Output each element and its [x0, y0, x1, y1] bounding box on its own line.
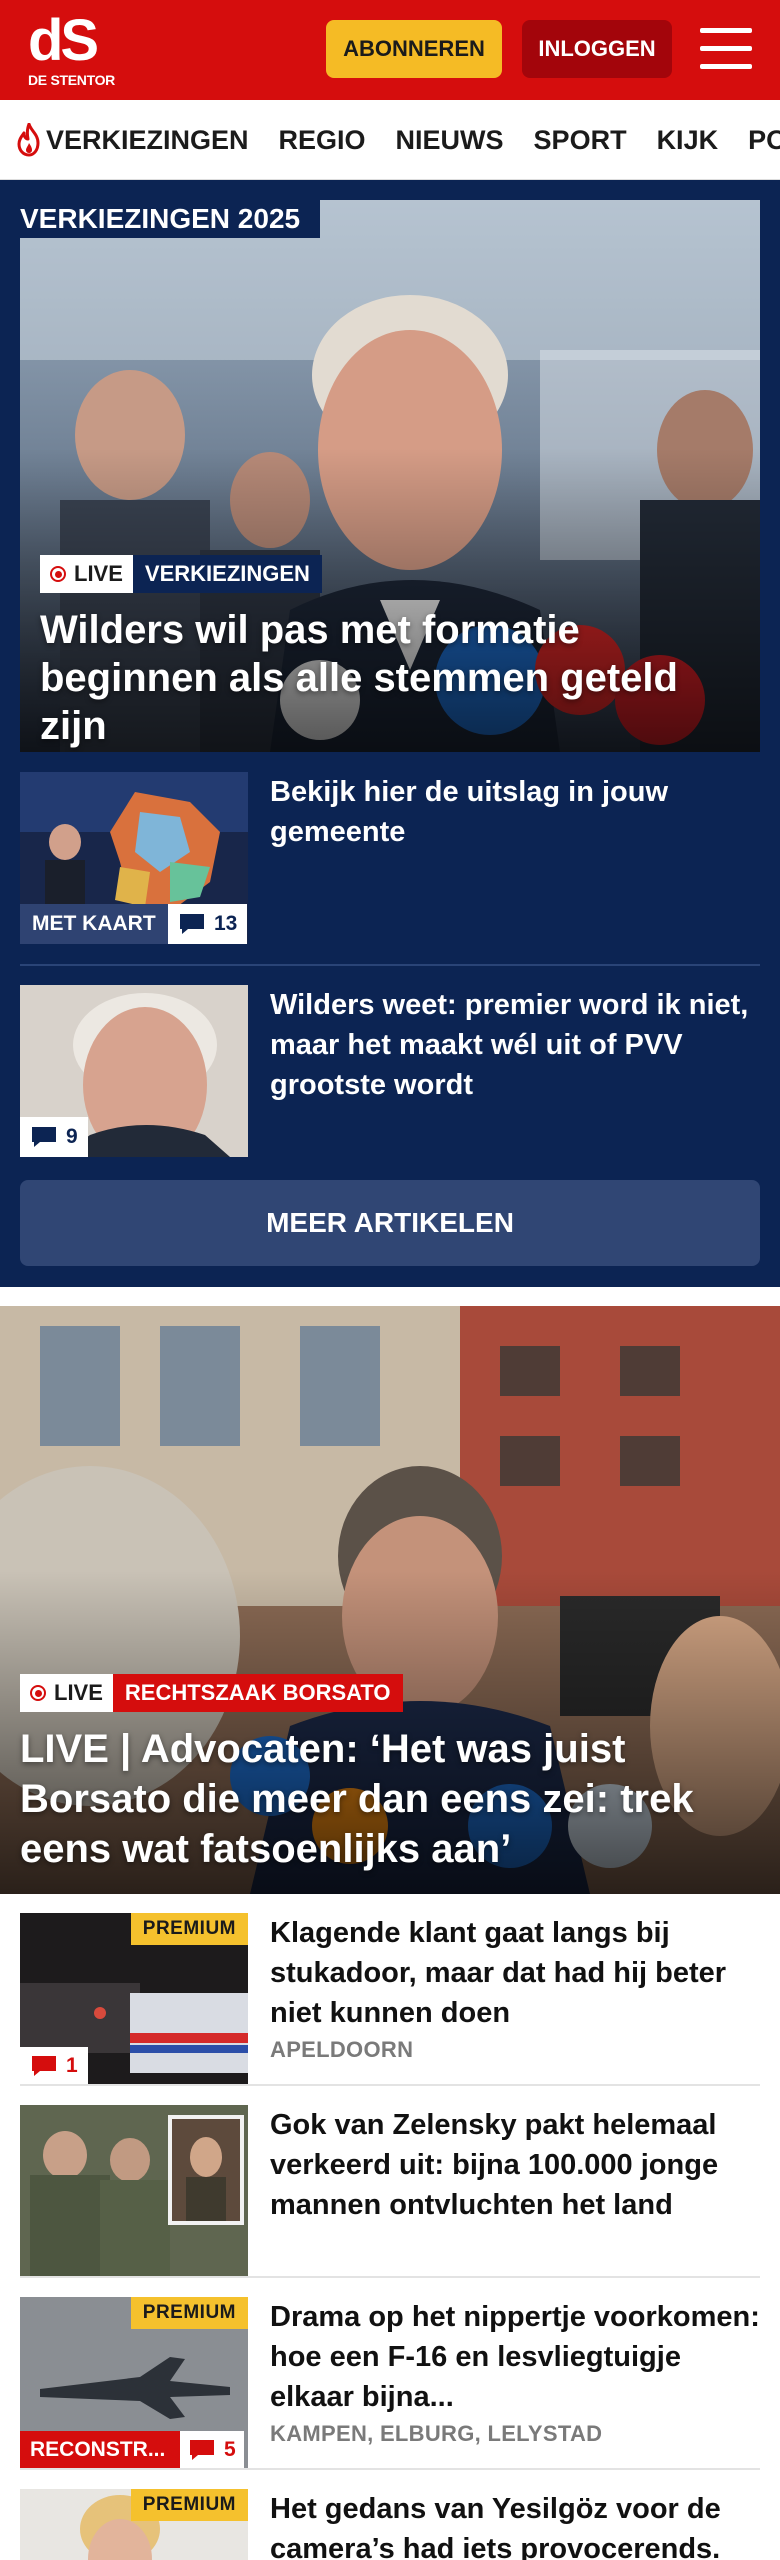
article-thumbnail [20, 2105, 248, 2277]
divider [20, 2468, 760, 2470]
premium-badge: PREMIUM [130, 2297, 248, 2329]
article-title[interactable]: Het gedans van Yesilgöz voor de camera’s… [270, 2489, 760, 2560]
top-header: dS DE STENTOR ABONNEREN INLOGGEN [0, 0, 780, 100]
borsato-hero-article[interactable]: LIVE RECHTSZAAK BORSATO LIVE | Advocaten… [0, 1306, 780, 1894]
category-badge: RECHTSZAAK BORSATO [112, 1674, 403, 1712]
menu-icon[interactable] [700, 26, 752, 72]
election-article-2[interactable]: 9 Wilders weet: premier word ik niet, ma… [20, 985, 760, 1157]
section-label: VERKIEZINGEN 2025 [20, 200, 321, 238]
list-item[interactable]: PREMIUM RECONSTR... 5 Drama op het nippe… [20, 2297, 760, 2469]
live-dot-icon [30, 1685, 46, 1701]
list-item[interactable]: Gok van Zelensky pakt helemaal verkeerd … [20, 2105, 760, 2277]
comment-count[interactable]: 5 [180, 2431, 244, 2469]
premium-badge: PREMIUM [130, 1913, 248, 1945]
logo-subtitle: DE STENTOR [28, 72, 115, 88]
comment-count[interactable]: 9 [20, 1117, 88, 1157]
divider [20, 964, 760, 966]
list-item[interactable]: PREMIUM 1 Klagende klant gaat langs bij … [20, 1913, 760, 2085]
more-articles-button[interactable]: MEER ARTIKELEN [20, 1180, 760, 1266]
hero-headline[interactable]: Wilders wil pas met formatie beginnen al… [40, 606, 740, 750]
live-dot-icon [50, 566, 66, 582]
soldiers-photo [20, 2105, 248, 2277]
article-title[interactable]: Gok van Zelensky pakt helemaal verkeerd … [270, 2105, 760, 2225]
article-location: APELDOORN [270, 2037, 414, 2062]
logo-mark: dS [28, 8, 99, 73]
category-badge: VERKIEZINGEN [132, 555, 322, 593]
nav-item-sport[interactable]: SPORT [534, 125, 627, 156]
menu-icon-bar [700, 64, 752, 69]
main-nav: VERKIEZINGEN REGIO NIEUWS SPORT KIJK POD… [0, 100, 780, 180]
nav-item-regio[interactable]: REGIO [279, 125, 366, 156]
hero-badges: LIVE RECHTSZAAK BORSATO [20, 1674, 403, 1712]
nav-item-podcast[interactable]: PODCAST [748, 125, 780, 156]
comment-count[interactable]: 13 [168, 904, 248, 944]
hero-badges: LIVE VERKIEZINGEN [40, 555, 322, 593]
site-logo[interactable]: dS DE STENTOR [28, 12, 118, 90]
premium-badge: PREMIUM [130, 2489, 248, 2521]
comment-icon [180, 914, 204, 934]
article-title[interactable]: Bekijk hier de uitslag in jouw gemeente [270, 772, 760, 852]
flame-icon [17, 123, 40, 157]
comment-icon [32, 2056, 56, 2076]
nav-item-nieuws[interactable]: NIEUWS [396, 125, 504, 156]
divider [20, 2276, 760, 2278]
nav-item-verkiezingen[interactable]: VERKIEZINGEN [16, 123, 249, 157]
live-badge: LIVE [40, 555, 133, 593]
elections-hero-article[interactable]: LIVE VERKIEZINGEN Wilders wil pas met fo… [20, 200, 760, 752]
reconstruction-tag: RECONSTR... [20, 2431, 180, 2469]
article-title[interactable]: Klagende klant gaat langs bij stukadoor,… [270, 1913, 760, 2033]
map-tag: MET KAART [20, 904, 168, 944]
live-badge: LIVE [20, 1674, 113, 1712]
comment-icon [32, 1127, 56, 1147]
menu-icon-bar [700, 46, 752, 51]
subscribe-button[interactable]: ABONNEREN [326, 20, 502, 78]
nav-item-label: VERKIEZINGEN [46, 124, 249, 155]
menu-icon-bar [700, 28, 752, 33]
divider [20, 2084, 760, 2086]
login-button[interactable]: INLOGGEN [522, 20, 672, 78]
comment-icon [190, 2440, 214, 2460]
comment-count[interactable]: 1 [20, 2047, 88, 2085]
election-article-1[interactable]: MET KAART 13 Bekijk hier de uitslag in j… [20, 772, 760, 944]
article-title[interactable]: Wilders weet: premier word ik niet, maar… [270, 985, 760, 1105]
article-title[interactable]: Drama op het nippertje voorkomen: hoe ee… [270, 2297, 760, 2417]
nav-item-kijk[interactable]: KIJK [657, 125, 719, 156]
list-item[interactable]: PREMIUM Het gedans van Yesilgöz voor de … [20, 2489, 760, 2560]
hero-headline[interactable]: LIVE | Advocaten: ‘Het was juist Borsato… [20, 1724, 750, 1874]
elections-section: LIVE VERKIEZINGEN Wilders wil pas met fo… [0, 180, 780, 1287]
article-location: KAMPEN, ELBURG, LELYSTAD [270, 2421, 603, 2446]
